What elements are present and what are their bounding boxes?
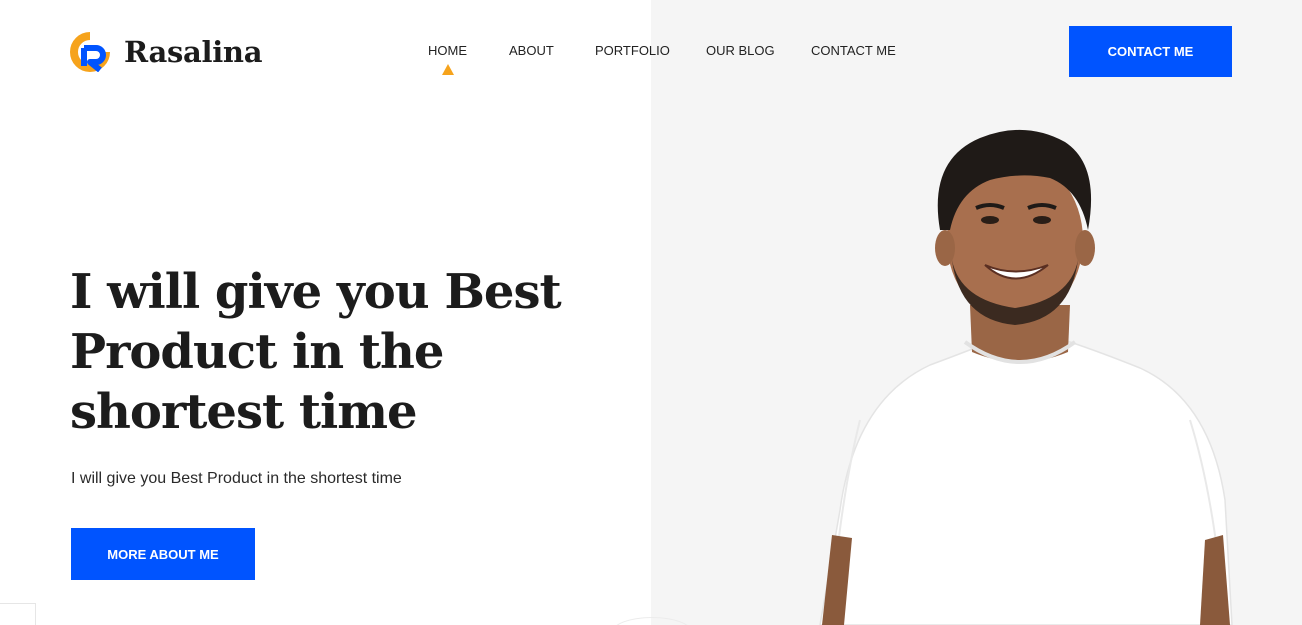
logo-icon xyxy=(70,32,110,72)
hero-title-line-3: shortest time xyxy=(70,384,418,440)
nav-item-about[interactable]: ABOUT xyxy=(509,43,554,58)
person-portrait-icon xyxy=(819,129,1233,625)
brand-name: Rasalina xyxy=(124,35,263,69)
more-about-me-button[interactable]: MORE ABOUT ME xyxy=(71,528,255,580)
nav-item-portfolio[interactable]: PORTFOLIO xyxy=(595,43,670,58)
hero-subtitle: I will give you Best Product in the shor… xyxy=(71,470,402,487)
nav-item-home[interactable]: HOME xyxy=(428,43,467,58)
contact-me-button[interactable]: CONTACT ME xyxy=(1069,26,1232,77)
hero-title: I will give you Best Product in the shor… xyxy=(70,262,570,442)
nav-item-our-blog[interactable]: OUR BLOG xyxy=(706,43,775,58)
corner-widget xyxy=(0,603,36,625)
hero-title-line-1: I will give you Best xyxy=(70,264,562,320)
nav-item-contact-me[interactable]: CONTACT ME xyxy=(811,43,896,58)
brand-logo[interactable]: Rasalina xyxy=(70,32,262,72)
hero-title-line-2: Product in the xyxy=(70,324,444,380)
